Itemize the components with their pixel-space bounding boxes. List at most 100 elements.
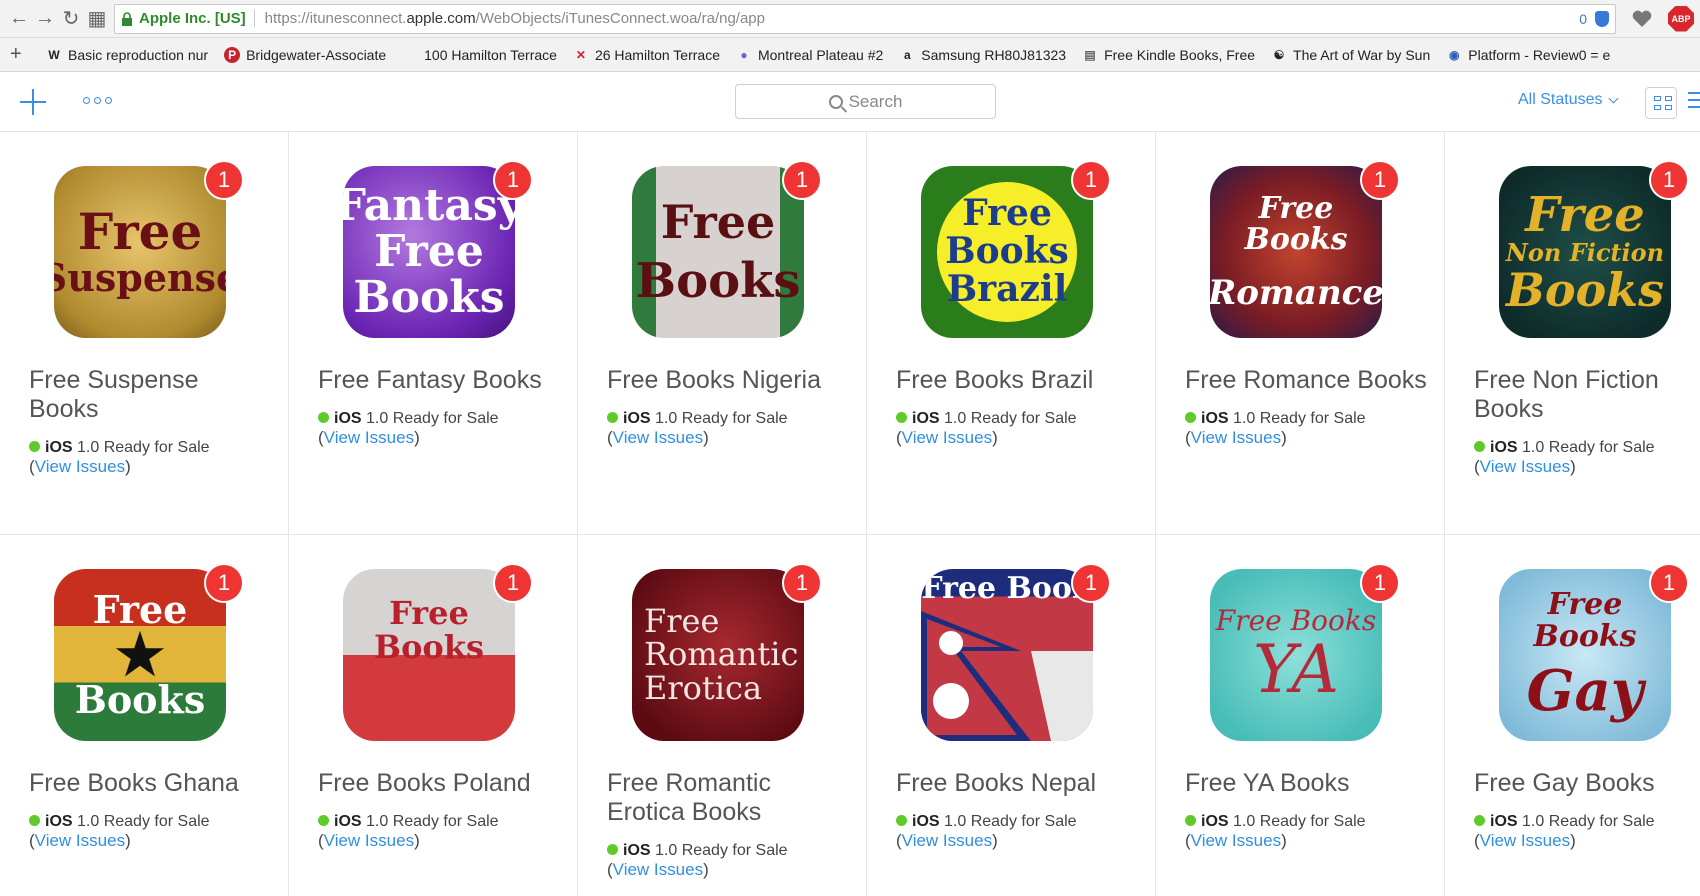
issues-line: (View Issues) bbox=[1185, 428, 1444, 447]
app-card[interactable]: Free Books Romance 1 Free Romance Books … bbox=[1156, 132, 1445, 535]
more-options-icon[interactable] bbox=[83, 97, 112, 104]
platform-label: iOS bbox=[1490, 439, 1518, 456]
app-card[interactable]: Free Romantic Erotica 1 Free Romantic Er… bbox=[578, 535, 867, 896]
view-issues-link[interactable]: View Issues bbox=[902, 831, 992, 850]
notification-badge: 1 bbox=[1360, 160, 1400, 200]
notification-badge: 1 bbox=[493, 160, 533, 200]
app-name[interactable]: Free Books Nigeria bbox=[607, 366, 852, 395]
status-filter-dropdown[interactable]: All Statuses bbox=[1518, 91, 1619, 109]
app-name[interactable]: Free Books Brazil bbox=[896, 366, 1141, 395]
app-name[interactable]: Free YA Books bbox=[1185, 769, 1430, 798]
app-name[interactable]: Free Romantic Erotica Books bbox=[607, 769, 852, 827]
version-status: 1.0 Ready for Sale bbox=[655, 842, 788, 859]
issues-line: (View Issues) bbox=[1474, 831, 1700, 850]
app-card[interactable]: Free Books Brazil 1 Free Books Brazil iO… bbox=[867, 132, 1156, 535]
view-issues-link[interactable]: View Issues bbox=[35, 831, 125, 850]
app-icon[interactable]: Free Books Romance bbox=[1210, 166, 1382, 338]
app-card[interactable]: Free Suspense 1 Free Suspense Books iOS … bbox=[0, 132, 289, 535]
search-input[interactable]: Search bbox=[735, 84, 996, 119]
app-icon[interactable]: Fantasy Free Books bbox=[343, 166, 515, 338]
reload-icon[interactable]: ↻ bbox=[58, 6, 84, 32]
app-icon[interactable]: Free Books YA bbox=[1210, 569, 1382, 741]
bookmark-item[interactable]: P Bridgewater-Associate bbox=[224, 46, 387, 63]
forward-arrow-icon[interactable]: → bbox=[32, 6, 58, 32]
bookmark-label: Bridgewater-Associate bbox=[246, 46, 387, 63]
issues-line: (View Issues) bbox=[607, 428, 866, 447]
app-card[interactable]: Free Books YA 1 Free YA Books iOS 1.0 Re… bbox=[1156, 535, 1445, 896]
apps-grid-icon[interactable]: ▦ bbox=[84, 6, 110, 32]
app-icon[interactable]: Free Books Brazil bbox=[921, 166, 1093, 338]
view-issues-link[interactable]: View Issues bbox=[902, 428, 992, 447]
shield-icon[interactable] bbox=[1595, 10, 1609, 27]
app-icon[interactable]: Free Books bbox=[632, 166, 804, 338]
app-icon[interactable]: Free Suspense bbox=[54, 166, 226, 338]
bookmark-item[interactable]: ● Montreal Plateau #2 bbox=[736, 47, 883, 63]
view-issues-link[interactable]: View Issues bbox=[35, 457, 125, 476]
amazon-icon: a bbox=[903, 47, 911, 62]
bookmark-item[interactable]: ▤ Free Kindle Books, Free bbox=[1082, 47, 1255, 63]
view-issues-link[interactable]: View Issues bbox=[1191, 831, 1281, 850]
app-icon[interactable]: Free Books bbox=[343, 569, 515, 741]
app-icon[interactable]: Free ★ Books bbox=[54, 569, 226, 741]
view-issues-link[interactable]: View Issues bbox=[1480, 831, 1570, 850]
pinterest-icon: P bbox=[224, 46, 241, 63]
view-issues-link[interactable]: View Issues bbox=[1480, 457, 1570, 476]
view-issues-link[interactable]: View Issues bbox=[613, 428, 703, 447]
yin-yang-icon: ☯ bbox=[1273, 47, 1285, 62]
paren: ) bbox=[1281, 831, 1287, 850]
browser-toolbar: ← → ↻ ▦ Apple Inc. [US] https://itunesco… bbox=[0, 0, 1700, 38]
back-arrow-icon[interactable]: ← bbox=[6, 6, 32, 32]
app-name[interactable]: Free Non Fiction Books bbox=[1474, 366, 1700, 424]
add-bookmark-icon[interactable]: + bbox=[10, 43, 34, 66]
notification-badge: 1 bbox=[493, 563, 533, 603]
search-placeholder: Search bbox=[848, 91, 903, 111]
app-status: iOS 1.0 Ready for Sale bbox=[896, 409, 1155, 428]
bookmark-label: Platform - Review0 = e bbox=[1468, 46, 1611, 63]
app-card[interactable]: Free Non Fiction Books 1 Free Non Fictio… bbox=[1445, 132, 1700, 535]
app-name[interactable]: Free Suspense Books bbox=[29, 366, 274, 424]
notification-badge: 1 bbox=[1360, 563, 1400, 603]
app-name[interactable]: Free Romance Books bbox=[1185, 366, 1430, 395]
icon-text: Suspense bbox=[54, 255, 226, 301]
app-status: iOS 1.0 Ready for Sale bbox=[607, 841, 866, 860]
app-name[interactable]: Free Books Nepal bbox=[896, 769, 1141, 798]
app-card[interactable]: Free Books 1 Free Books Poland iOS 1.0 R… bbox=[289, 535, 578, 896]
bookmark-item[interactable]: ◉ Platform - Review0 = e bbox=[1446, 47, 1610, 63]
add-app-plus-icon[interactable] bbox=[20, 89, 46, 115]
bookmark-item[interactable]: ☯ The Art of War by Sun bbox=[1271, 47, 1431, 63]
app-icon[interactable]: Free Non Fiction Books bbox=[1499, 166, 1671, 338]
bookmark-item[interactable]: 100 Hamilton Terrace bbox=[402, 47, 557, 63]
address-bar[interactable]: Apple Inc. [US] https://itunesconnect.ap… bbox=[114, 3, 1616, 34]
view-issues-link[interactable]: View Issues bbox=[613, 860, 703, 879]
app-name[interactable]: Free Books Poland bbox=[318, 769, 563, 798]
app-card[interactable]: Free Books 1 Free Books Nigeria iOS 1.0 … bbox=[578, 132, 867, 535]
paren: ) bbox=[703, 428, 709, 447]
app-card[interactable]: Free Book 1 Free Books Nepal iOS 1.0 Rea… bbox=[867, 535, 1156, 896]
view-issues-link[interactable]: View Issues bbox=[1191, 428, 1281, 447]
url-text[interactable]: https://itunesconnect.apple.com/WebObjec… bbox=[265, 10, 1580, 27]
icon-text: Books bbox=[353, 272, 505, 324]
app-card[interactable]: Fantasy Free Books 1 Free Fantasy Books … bbox=[289, 132, 578, 535]
version-status: 1.0 Ready for Sale bbox=[1233, 410, 1366, 427]
app-name[interactable]: Free Fantasy Books bbox=[318, 366, 563, 395]
bookmark-label: 26 Hamilton Terrace bbox=[594, 46, 720, 63]
view-issues-link[interactable]: View Issues bbox=[324, 831, 414, 850]
heart-icon[interactable] bbox=[1626, 3, 1658, 35]
bookmark-item[interactable]: ✕ 26 Hamilton Terrace bbox=[573, 47, 720, 63]
app-card[interactable]: Free Books Gay 1 Free Gay Books iOS 1.0 … bbox=[1445, 535, 1700, 896]
app-icon[interactable]: Free Book bbox=[921, 569, 1093, 741]
bookmark-item[interactable]: W Basic reproduction nur bbox=[46, 47, 208, 63]
list-view-icon[interactable] bbox=[1688, 92, 1700, 108]
app-icon[interactable]: Free Books Gay bbox=[1499, 569, 1671, 741]
grid-view-icon[interactable] bbox=[1645, 87, 1677, 119]
app-icon[interactable]: Free Romantic Erotica bbox=[632, 569, 804, 741]
view-issues-link[interactable]: View Issues bbox=[324, 428, 414, 447]
adblock-icon[interactable]: ABP bbox=[1668, 5, 1694, 32]
bookmark-item[interactable]: a Samsung RH80J81323 bbox=[899, 47, 1066, 63]
status-dot-icon bbox=[896, 815, 907, 826]
app-name[interactable]: Free Books Ghana bbox=[29, 769, 274, 798]
app-name[interactable]: Free Gay Books bbox=[1474, 769, 1700, 798]
version-status: 1.0 Ready for Sale bbox=[944, 813, 1077, 830]
version-status: 1.0 Ready for Sale bbox=[1233, 813, 1366, 830]
app-card[interactable]: Free ★ Books 1 Free Books Ghana iOS 1.0 … bbox=[0, 535, 289, 896]
